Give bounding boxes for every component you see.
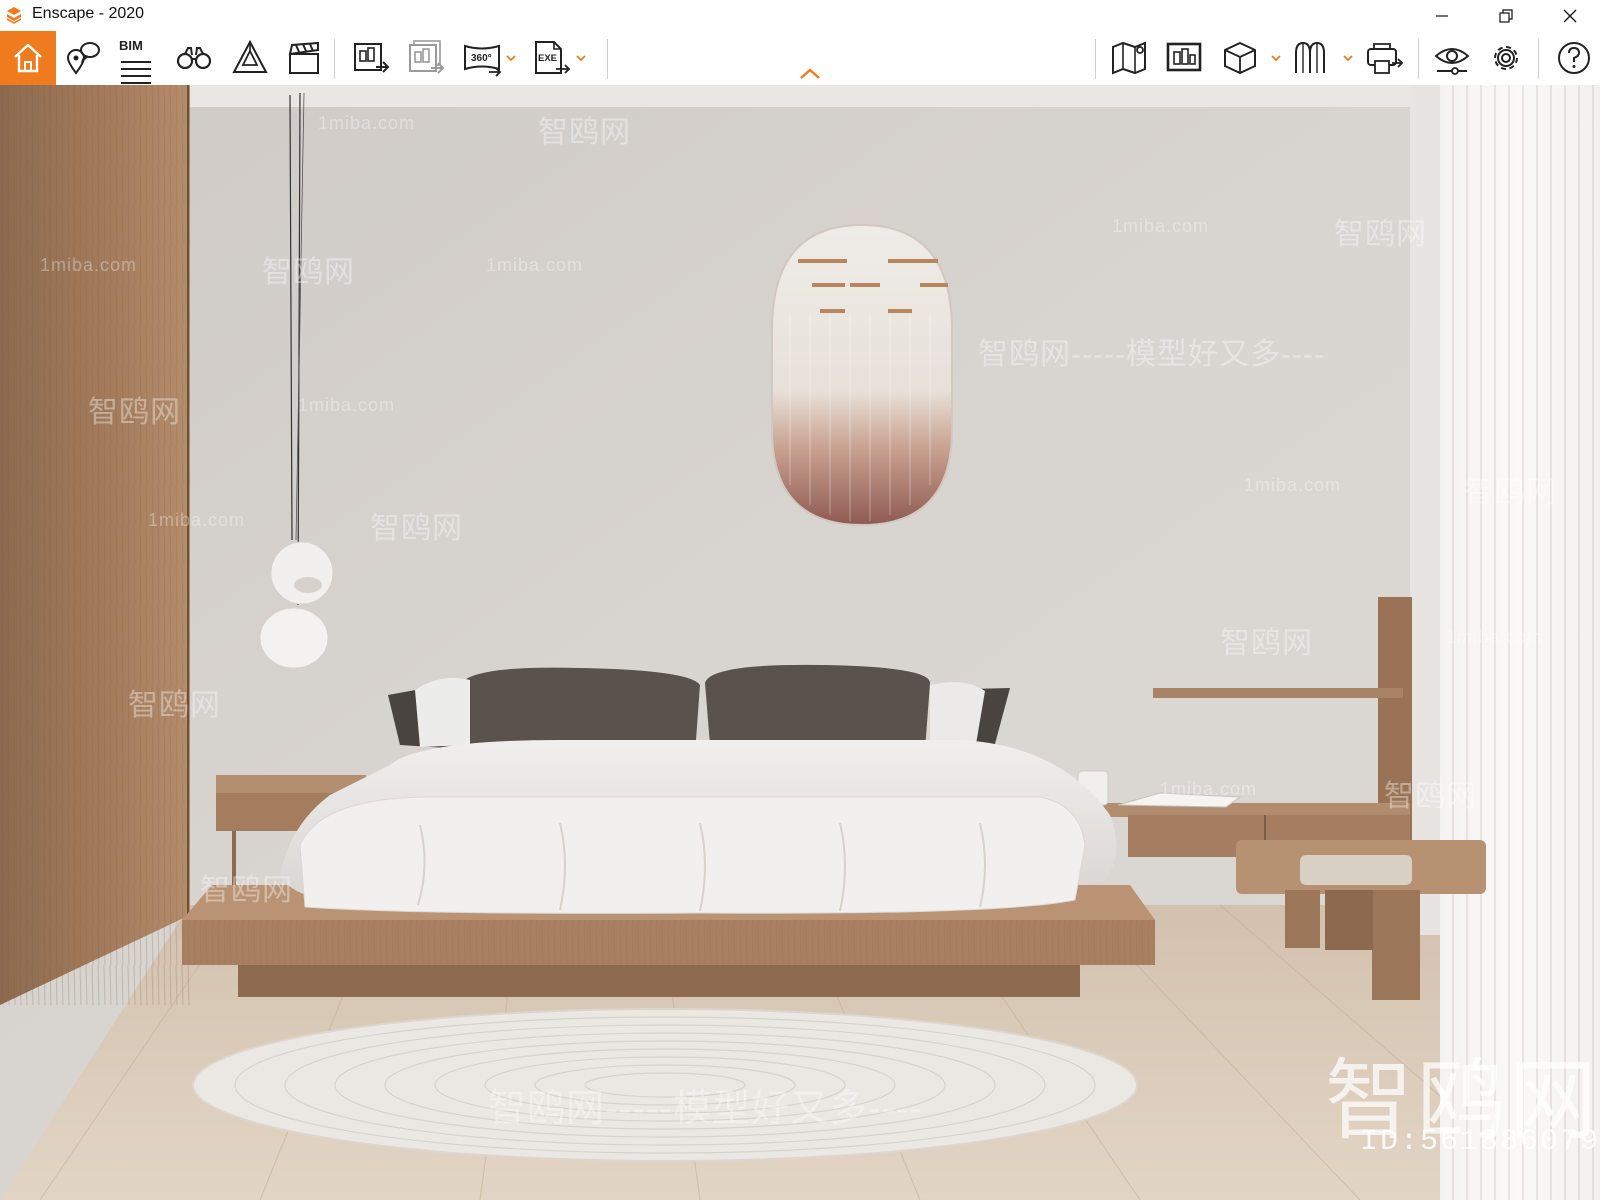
map-icon [1112,41,1146,75]
render-viewport[interactable]: 1miba.com 智鸥网 1miba.com 智鸥网 1miba.com 智鸥… [0,85,1600,1200]
gear-icon [1494,46,1518,70]
home-icon [14,43,42,73]
collapse-toolbar-button[interactable] [798,66,822,82]
map-pin-bubble-icon [66,42,100,75]
chevron-down-icon [1343,54,1353,61]
map-button[interactable] [1105,34,1153,82]
chevron-up-icon [800,68,820,79]
panorama-icon: 360° [464,44,502,77]
toolbar-separator [334,39,335,79]
exe-export-icon: EXE [535,41,571,74]
restore-icon [1499,8,1513,23]
visual-settings-button[interactable] [1428,34,1476,82]
views-button[interactable] [59,34,107,82]
title-bar: Enscape - 2020 [0,0,1600,31]
exe-dropdown[interactable] [575,50,587,66]
main-toolbar: BIM 360° EXE [0,31,1600,85]
home-button[interactable] [0,31,56,85]
bim-button[interactable]: BIM [112,34,160,84]
help-button[interactable] [1550,34,1598,82]
panorama-dropdown[interactable] [505,50,517,66]
render-export-icon [354,43,390,73]
close-button[interactable] [1540,0,1600,31]
toolbar-separator [1095,39,1096,79]
exe-label: EXE [538,53,557,64]
render-view-button[interactable] [1160,34,1208,82]
settings-button[interactable] [1482,34,1530,82]
chevron-down-icon [576,54,586,61]
panorama-button[interactable]: 360° [458,34,506,82]
toolbar-separator [607,39,608,79]
bim-label: BIM [119,38,143,53]
video-button[interactable] [280,34,328,82]
clapperboard-icon [288,41,319,74]
watermark-id: ID:561886079 [1360,1125,1600,1159]
render-view-icon [1166,42,1202,72]
batch-render-button[interactable] [402,34,450,82]
vr-headset-icon [1367,43,1404,74]
screenshot-button[interactable] [347,34,395,82]
minimize-button[interactable] [1412,0,1472,31]
eye-icon [1434,48,1470,75]
enscape-logo-icon [6,7,22,24]
cube-dropdown[interactable] [1270,50,1282,66]
help-icon [1558,42,1590,74]
chevron-down-icon [506,54,516,61]
asset-library-button[interactable] [1288,34,1336,82]
exe-export-button[interactable]: EXE [527,34,575,82]
chevron-down-icon [1271,54,1281,61]
asset-library-dropdown[interactable] [1342,50,1354,66]
binoculars-button[interactable] [170,34,218,82]
panorama-label: 360° [471,53,492,64]
close-icon [1563,9,1577,22]
cube-button[interactable] [1216,34,1264,82]
toolbar-separator [1538,39,1539,79]
asset-library-icon [1295,41,1325,73]
batch-render-icon [409,40,445,74]
shape-icon [232,39,268,73]
restore-button[interactable] [1476,0,1536,31]
cube-icon [1224,41,1256,75]
toolbar-separator [1418,39,1419,79]
window-title: Enscape - 2020 [32,5,145,22]
binoculars-icon [176,47,212,70]
vr-button[interactable] [1360,34,1408,82]
minimize-icon [1436,14,1448,17]
atmosphere-button[interactable] [226,34,274,82]
